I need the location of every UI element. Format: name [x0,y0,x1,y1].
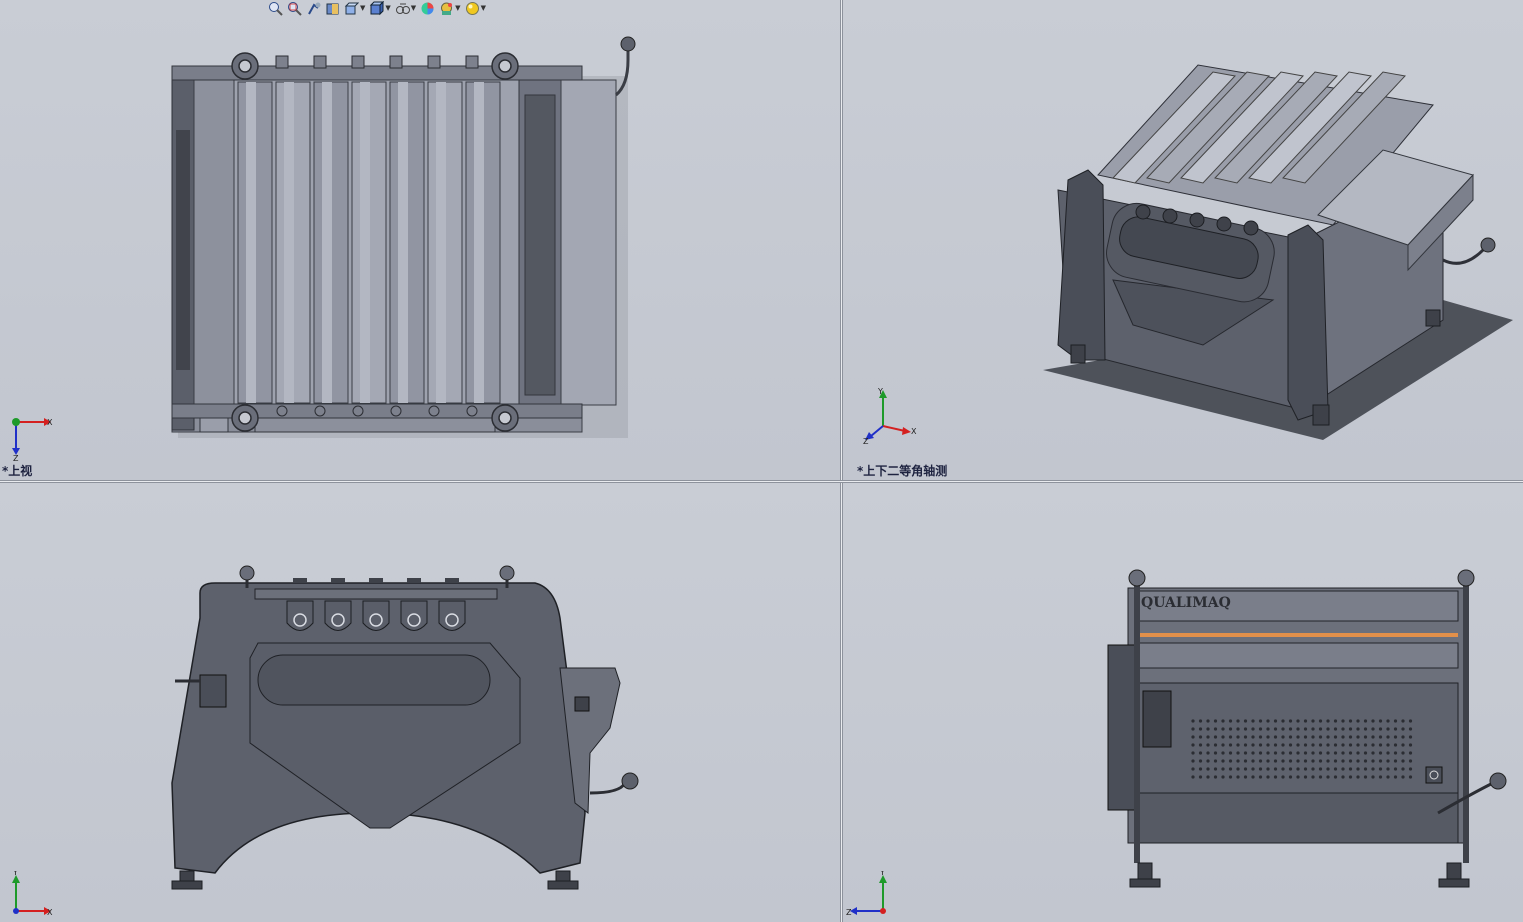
previous-view-icon[interactable] [306,1,321,16]
svg-text:X: X [47,908,53,917]
axis-triad-side: Y Z [846,871,887,917]
svg-text:Z: Z [13,454,19,462]
svg-text:Z: Z [846,908,852,917]
side-view-model: QUALIMAQ [1107,569,1507,888]
heads-up-view-toolbar: ▼ ▼ ▼ ▼ ▼ [268,0,486,16]
viewport-front-view[interactable]: Y X [0,483,840,922]
svg-text:Y: Y [877,387,883,396]
axis-triad-iso: Y X Z [863,387,917,446]
svg-text:Y: Y [879,871,885,877]
view-settings-icon[interactable]: ▼ [465,1,486,16]
viewport-splitter-vertical[interactable] [840,0,843,922]
viewport-side-view[interactable]: QUALIMAQ Y Z [843,483,1523,922]
zoom-to-fit-icon[interactable] [268,1,283,16]
svg-text:X: X [47,418,53,427]
view-label-top: *上视 [2,464,33,478]
viewport-isometric-view[interactable]: Y X Z *上下二等角轴测 [843,0,1523,480]
zoom-to-area-icon[interactable] [287,1,302,16]
edit-appearance-icon[interactable] [420,1,435,16]
display-style-icon[interactable]: ▼ [369,0,391,16]
front-view-model [171,565,639,890]
svg-text:Y: Y [12,871,18,877]
axis-triad-top: X Z [12,418,53,462]
hide-show-items-icon[interactable]: ▼ [395,1,416,16]
brand-logo: QUALIMAQ [1141,595,1231,611]
viewport-splitter-horizontal[interactable] [0,480,1523,483]
isometric-view-model [1043,64,1513,440]
axis-triad-front: Y X [12,871,53,917]
svg-text:X: X [911,427,917,436]
section-view-icon[interactable] [325,1,340,16]
rollers-top [237,81,501,404]
viewport-top-view[interactable]: X Z *上视 [0,0,840,480]
top-view-model [171,36,636,438]
svg-text:Z: Z [863,437,869,446]
view-orientation-icon[interactable]: ▼ [344,1,365,16]
view-label-isometric: *上下二等角轴测 [857,464,948,478]
apply-scene-icon[interactable]: ▼ [439,1,461,16]
